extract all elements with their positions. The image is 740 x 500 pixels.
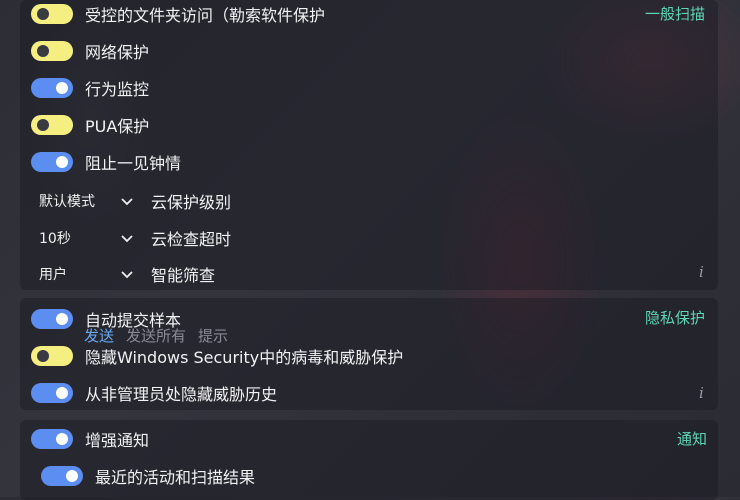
enhanced-notifications-toggle[interactable] [31,429,73,449]
hide-virus-protection-toggle[interactable] [31,346,73,366]
controlled-folder-label: 受控的文件夹访问（勒索软件保护 [85,6,326,25]
toggle-knob [37,350,49,362]
toggle-knob [56,156,68,168]
toggle-knob [56,387,68,399]
block-at-first-sight-toggle[interactable] [31,152,73,172]
recent-activity-label: 最近的活动和扫描结果 [95,468,256,487]
toggle-row-enhanced-notifications[interactable]: 增强通知 [31,426,149,452]
recent-activity-toggle[interactable] [41,466,83,486]
smartscreen-label: 智能筛查 [151,266,216,285]
cloud-check-timeout-label: 云检查超时 [151,230,232,249]
cloud-check-timeout-value: 10秒 [39,231,71,247]
pua-protection-label: PUA保护 [85,117,150,136]
auto-sample-submission-toggle[interactable] [31,309,73,329]
toggle-knob [37,8,49,20]
general-scan-title: 一般扫描 [645,5,706,23]
enhanced-notifications-label: 增强通知 [85,431,150,450]
info-icon[interactable]: i [699,263,704,281]
behavior-monitoring-label: 行为监控 [85,80,150,99]
hide-virus-protection-label: 隐藏Windows Security中的病毒和威胁保护 [85,348,404,367]
toggle-knob [56,82,68,94]
smartscreen-value: 用户 [39,267,67,283]
smartscreen-row: 用户 智能筛查 [31,261,215,287]
chevron-down-icon [121,198,133,206]
cloud-check-timeout-select[interactable]: 10秒 [31,226,139,250]
toggle-knob [56,433,68,445]
toggle-row-recent-activity[interactable]: 最近的活动和扫描结果 [41,463,255,489]
cloud-protection-level-label: 云保护级别 [151,193,232,212]
hide-threat-history-label: 从非管理员处隐藏威胁历史 [85,385,278,404]
toggle-row-controlled-folder[interactable]: 受控的文件夹访问（勒索软件保护 [31,1,325,27]
info-icon[interactable]: i [699,384,704,402]
toggle-knob [66,470,78,482]
cloud-protection-level-select[interactable]: 默认模式 [31,189,139,213]
chevron-down-icon [121,271,133,279]
network-protection-label: 网络保护 [85,43,150,62]
notifications-title: 通知 [677,430,708,448]
block-at-first-sight-label: 阻止一见钟情 [85,154,182,173]
behavior-monitoring-toggle[interactable] [31,78,73,98]
toggle-knob [37,45,49,57]
toggle-knob [56,313,68,325]
chevron-down-icon [121,235,133,243]
toggle-row-network-protection[interactable]: 网络保护 [31,38,149,64]
toggle-row-hide-virus-protection[interactable]: 隐藏Windows Security中的病毒和威胁保护 [31,343,403,369]
controlled-folder-toggle[interactable] [31,4,73,24]
smartscreen-select[interactable]: 用户 [31,262,139,286]
toggle-row-pua-protection[interactable]: PUA保护 [31,112,149,138]
toggle-row-hide-threat-history[interactable]: 从非管理员处隐藏威胁历史 [31,380,277,406]
hide-threat-history-toggle[interactable] [31,383,73,403]
network-protection-toggle[interactable] [31,41,73,61]
toggle-knob [37,119,49,131]
cloud-protection-level-value: 默认模式 [39,194,95,210]
cloud-check-timeout-row: 10秒 云检查超时 [31,225,231,251]
privacy-title: 隐私保护 [645,309,706,327]
cloud-protection-level-row: 默认模式 云保护级别 [31,188,231,214]
toggle-row-block-at-first-sight[interactable]: 阻止一见钟情 [31,149,181,175]
toggle-row-behavior-monitoring[interactable]: 行为监控 [31,75,149,101]
pua-protection-toggle[interactable] [31,115,73,135]
